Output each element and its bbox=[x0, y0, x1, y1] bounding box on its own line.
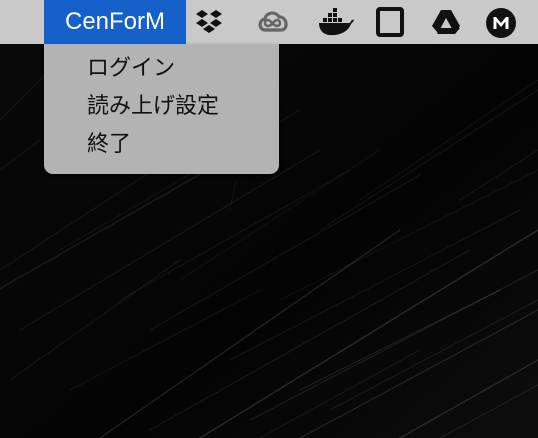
menu-item-quit-label: 終了 bbox=[87, 132, 132, 157]
square-frame-icon[interactable] bbox=[374, 6, 406, 38]
dropbox-icon[interactable] bbox=[193, 6, 225, 38]
docker-icon[interactable] bbox=[317, 6, 354, 38]
menu-item-login[interactable]: ログイン bbox=[44, 50, 279, 88]
creative-cloud-icon[interactable] bbox=[256, 6, 288, 38]
menu-item-speech-settings-label: 読み上げ設定 bbox=[87, 94, 220, 119]
app-menu-cenform[interactable]: CenForM bbox=[44, 0, 186, 44]
menu-item-speech-settings[interactable]: 読み上げ設定 bbox=[44, 88, 279, 126]
app-dropdown-menu: ログイン 読み上げ設定 終了 bbox=[44, 44, 279, 174]
menu-item-quit[interactable]: 終了 bbox=[44, 126, 279, 164]
menu-bar: CenForM bbox=[0, 0, 538, 44]
google-drive-icon[interactable] bbox=[430, 6, 462, 38]
desktop-screen: CenForM ログイン 読み上げ設定 終了 bbox=[0, 0, 538, 438]
menu-item-login-label: ログイン bbox=[87, 56, 176, 81]
mega-icon[interactable] bbox=[485, 6, 517, 38]
